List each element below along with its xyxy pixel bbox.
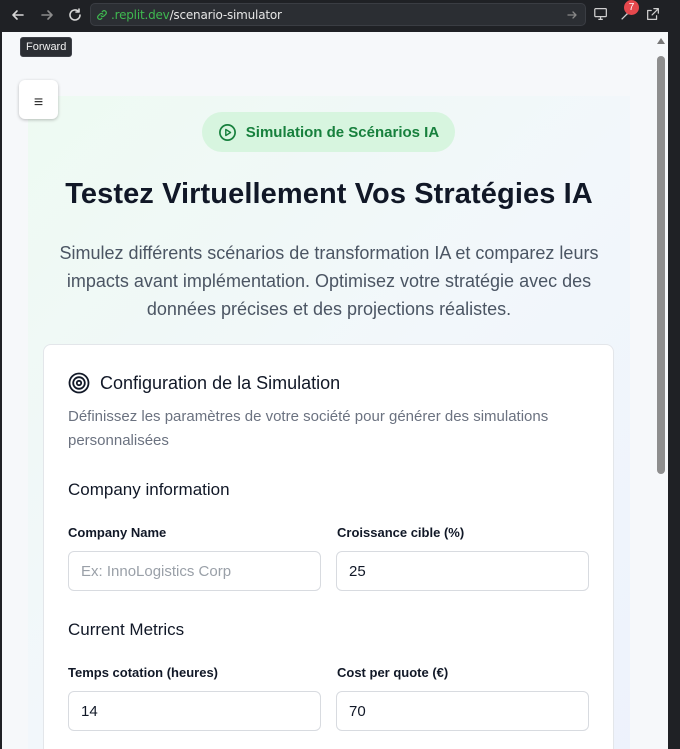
scroll-up-icon[interactable] bbox=[657, 38, 665, 44]
extensions-badge: 7 bbox=[624, 0, 639, 15]
company-name-input[interactable] bbox=[68, 551, 321, 591]
open-external-icon[interactable] bbox=[644, 5, 662, 23]
address-bar[interactable]: .replit.dev/scenario-simulator bbox=[90, 3, 586, 26]
cost-input[interactable] bbox=[336, 691, 589, 731]
forward-icon[interactable] bbox=[36, 4, 58, 26]
viewport-edge bbox=[0, 32, 2, 749]
url-host: .replit.dev bbox=[111, 7, 170, 22]
subtitle-line: Simulez différents scénarios de transfor… bbox=[59, 243, 599, 263]
quote-time-label: Temps cotation (heures) bbox=[68, 665, 219, 680]
scrollbar-thumb[interactable] bbox=[657, 56, 665, 474]
page-title: Testez Virtuellement Vos Stratégies IA bbox=[65, 178, 593, 210]
reload-icon[interactable] bbox=[64, 4, 86, 26]
page-viewport: Simulation de Scénarios IA Testez Virtue… bbox=[0, 32, 680, 749]
play-circle-icon bbox=[218, 123, 236, 141]
devices-icon[interactable] bbox=[592, 5, 610, 23]
config-title-text: Configuration de la Simulation bbox=[100, 372, 341, 393]
company-name-label: Company Name bbox=[68, 525, 167, 540]
subtitle-line: impacts avant implémentation. Optimisez … bbox=[66, 271, 592, 291]
metrics-section-heading: Current Metrics bbox=[68, 620, 185, 639]
link-icon bbox=[95, 8, 109, 22]
url-text: .replit.dev/scenario-simulator bbox=[111, 8, 282, 22]
growth-input[interactable] bbox=[336, 551, 589, 591]
simulation-badge: Simulation de Scénarios IA bbox=[202, 112, 455, 152]
config-title: Configuration de la Simulation bbox=[68, 372, 340, 394]
browser-toolbar: .replit.dev/scenario-simulator 7 bbox=[0, 0, 680, 30]
description-line: personnalisées bbox=[68, 432, 169, 449]
target-icon bbox=[68, 372, 90, 394]
description-line: Définissez les paramètres de votre socié… bbox=[68, 408, 549, 425]
go-arrow-icon[interactable] bbox=[565, 8, 579, 22]
config-description: Définissez les paramètres de votre socié… bbox=[68, 405, 598, 453]
cost-label: Cost per quote (€) bbox=[337, 665, 449, 680]
page-subtitle: Simulez différents scénarios de transfor… bbox=[52, 239, 606, 323]
simulation-badge-label: Simulation de Scénarios IA bbox=[245, 123, 440, 141]
quote-time-input[interactable] bbox=[68, 691, 321, 731]
growth-label: Croissance cible (%) bbox=[337, 525, 465, 540]
hamburger-icon: ≡ bbox=[33, 93, 44, 111]
menu-button[interactable]: ≡ bbox=[19, 80, 58, 119]
subtitle-line: données précises et des projections réal… bbox=[146, 299, 512, 319]
url-path: /scenario-simulator bbox=[169, 7, 282, 22]
window-edge bbox=[668, 32, 680, 749]
back-icon[interactable] bbox=[7, 4, 29, 26]
forward-tooltip: Forward bbox=[20, 37, 73, 57]
company-section-heading: Company information bbox=[68, 480, 230, 499]
